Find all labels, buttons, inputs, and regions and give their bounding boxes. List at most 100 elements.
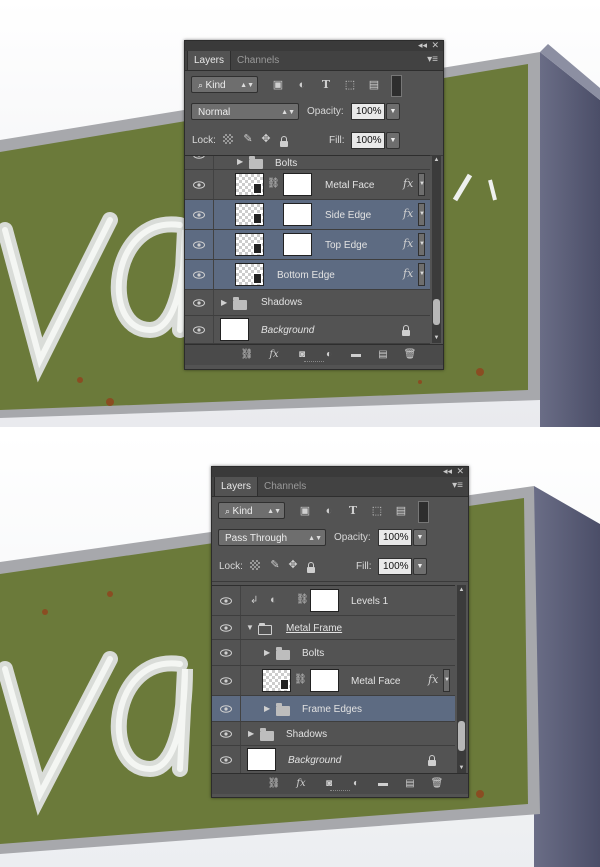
visibility-toggle[interactable] [212, 666, 241, 695]
panel-titlebar[interactable]: ◂◂ ✕ [185, 40, 443, 51]
scroll-thumb[interactable] [458, 721, 465, 751]
visibility-toggle[interactable] [212, 722, 241, 745]
tab-channels[interactable]: Channels [231, 51, 285, 70]
layer-row[interactable]: ▶ Frame Edges [212, 696, 455, 722]
fx-icon[interactable]: fx [403, 207, 413, 220]
layer-row[interactable]: Side Edge fx ▼ [185, 200, 430, 230]
link-layers-icon[interactable]: ⛓ [240, 349, 254, 361]
type-filter-icon[interactable]: T [346, 504, 360, 518]
resize-grip[interactable] [304, 361, 324, 364]
visibility-toggle[interactable] [185, 260, 214, 289]
layers-scrollbar[interactable]: ▲ ▼ [432, 155, 441, 343]
fx-icon[interactable]: fx [403, 177, 413, 190]
tab-layers[interactable]: Layers [214, 477, 259, 496]
visibility-toggle[interactable] [185, 156, 214, 169]
visibility-toggle[interactable] [185, 230, 214, 259]
filter-kind-select[interactable]: ⌕ Kind ▲▼ [191, 76, 258, 93]
visibility-toggle[interactable] [212, 746, 241, 773]
effects-expand-icon[interactable]: ▼ [443, 669, 450, 692]
layer-row[interactable]: ⛓ Metal Face fx ▼ [212, 666, 455, 696]
lock-image-icon[interactable]: ✎ [268, 558, 282, 572]
tab-channels[interactable]: Channels [258, 477, 312, 496]
effects-expand-icon[interactable]: ▼ [418, 173, 425, 196]
scroll-down-icon[interactable]: ▼ [457, 764, 466, 772]
layer-row[interactable]: Background [185, 316, 430, 344]
layer-row[interactable]: ⛓ Metal Face fx ▼ [185, 170, 430, 200]
visibility-toggle[interactable] [185, 290, 214, 315]
panel-menu-icon[interactable]: ▾≡ [452, 481, 463, 491]
smart-object-filter-icon[interactable]: ▤ [394, 504, 408, 518]
smart-object-filter-icon[interactable]: ▤ [367, 78, 381, 92]
shape-filter-icon[interactable]: ⬚ [343, 78, 357, 92]
panel-menu-icon[interactable]: ▾≡ [427, 55, 438, 65]
effects-expand-icon[interactable]: ▼ [418, 233, 425, 256]
scroll-thumb[interactable] [433, 299, 440, 325]
layer-row[interactable]: ▶ Bolts [212, 640, 455, 666]
filter-toggle-icon[interactable] [391, 75, 402, 97]
blend-mode-select[interactable]: Normal ▲▼ [191, 103, 299, 120]
blend-mode-select[interactable]: Pass Through ▲▼ [218, 529, 326, 546]
link-icon[interactable]: ⛓ [296, 594, 309, 605]
visibility-toggle[interactable] [212, 586, 241, 615]
lock-all-icon[interactable] [307, 562, 315, 573]
expand-arrow-icon[interactable]: ▶ [237, 157, 243, 166]
lock-all-icon[interactable] [280, 136, 288, 147]
layer-row[interactable]: Top Edge fx ▼ [185, 230, 430, 260]
image-filter-icon[interactable]: ▣ [298, 504, 312, 518]
expand-arrow-icon[interactable]: ▶ [248, 729, 254, 738]
effects-expand-icon[interactable]: ▼ [418, 203, 425, 226]
layer-row[interactable]: ▶ Shadows [185, 290, 430, 316]
fx-icon[interactable]: fx [403, 267, 413, 280]
fx-icon[interactable]: fx [294, 778, 308, 790]
opacity-dropdown[interactable]: ▼ [413, 529, 427, 546]
scroll-up-icon[interactable]: ▲ [457, 586, 466, 594]
expand-arrow-icon[interactable]: ▶ [221, 298, 227, 307]
visibility-toggle[interactable] [185, 200, 214, 229]
shape-filter-icon[interactable]: ⬚ [370, 504, 384, 518]
image-filter-icon[interactable]: ▣ [271, 78, 285, 92]
fill-input[interactable]: 100% [351, 132, 385, 149]
fx-icon[interactable]: fx [267, 349, 281, 361]
layer-row[interactable]: ▶ Shadows [212, 722, 455, 746]
lock-transparent-icon[interactable] [250, 560, 260, 570]
visibility-toggle[interactable] [185, 170, 214, 199]
visibility-toggle[interactable] [212, 640, 241, 665]
visibility-toggle[interactable] [212, 616, 241, 639]
add-mask-icon[interactable]: ◙ [322, 778, 336, 790]
lock-transparent-icon[interactable] [223, 134, 233, 144]
layer-row[interactable]: Background [212, 746, 455, 774]
new-group-icon[interactable]: ▬ [349, 349, 363, 361]
add-mask-icon[interactable]: ◙ [295, 349, 309, 361]
collapse-arrow-icon[interactable]: ▼ [246, 623, 254, 632]
layer-row[interactable]: ▼ Metal Frame [212, 616, 455, 640]
tab-layers[interactable]: Layers [187, 51, 232, 70]
new-adjustment-icon[interactable]: ◐ [349, 778, 363, 790]
scroll-down-icon[interactable]: ▼ [432, 334, 441, 342]
delete-icon[interactable]: 🗑 [403, 349, 417, 361]
effects-expand-icon[interactable]: ▼ [418, 263, 425, 286]
type-filter-icon[interactable]: T [319, 78, 333, 92]
adjustment-filter-icon[interactable]: ◐ [322, 504, 336, 518]
fx-icon[interactable]: fx [403, 237, 413, 250]
delete-icon[interactable]: 🗑 [430, 778, 444, 790]
lock-image-icon[interactable]: ✎ [241, 132, 255, 146]
layers-scrollbar[interactable]: ▲ ▼ [457, 585, 466, 773]
new-adjustment-icon[interactable]: ◐ [322, 349, 336, 361]
opacity-dropdown[interactable]: ▼ [386, 103, 400, 120]
lock-position-icon[interactable]: ✥ [286, 558, 300, 572]
layer-row[interactable]: ↲ ◐ ⛓ Levels 1 [212, 586, 455, 616]
fill-input[interactable]: 100% [378, 558, 412, 575]
close-icon[interactable]: ✕ [456, 466, 464, 477]
fx-icon[interactable]: fx [428, 673, 438, 686]
new-group-icon[interactable]: ▬ [376, 778, 390, 790]
opacity-input[interactable]: 100% [378, 529, 412, 546]
visibility-toggle[interactable] [185, 316, 214, 343]
new-layer-icon[interactable]: ▤ [403, 778, 417, 790]
visibility-toggle[interactable] [212, 696, 241, 721]
scroll-up-icon[interactable]: ▲ [432, 156, 441, 164]
link-icon[interactable]: ⛓ [267, 178, 280, 189]
filter-kind-select[interactable]: ⌕ Kind ▲▼ [218, 502, 285, 519]
filter-toggle-icon[interactable] [418, 501, 429, 523]
close-icon[interactable]: ✕ [431, 40, 439, 51]
collapse-icon[interactable]: ◂◂ [443, 466, 452, 477]
